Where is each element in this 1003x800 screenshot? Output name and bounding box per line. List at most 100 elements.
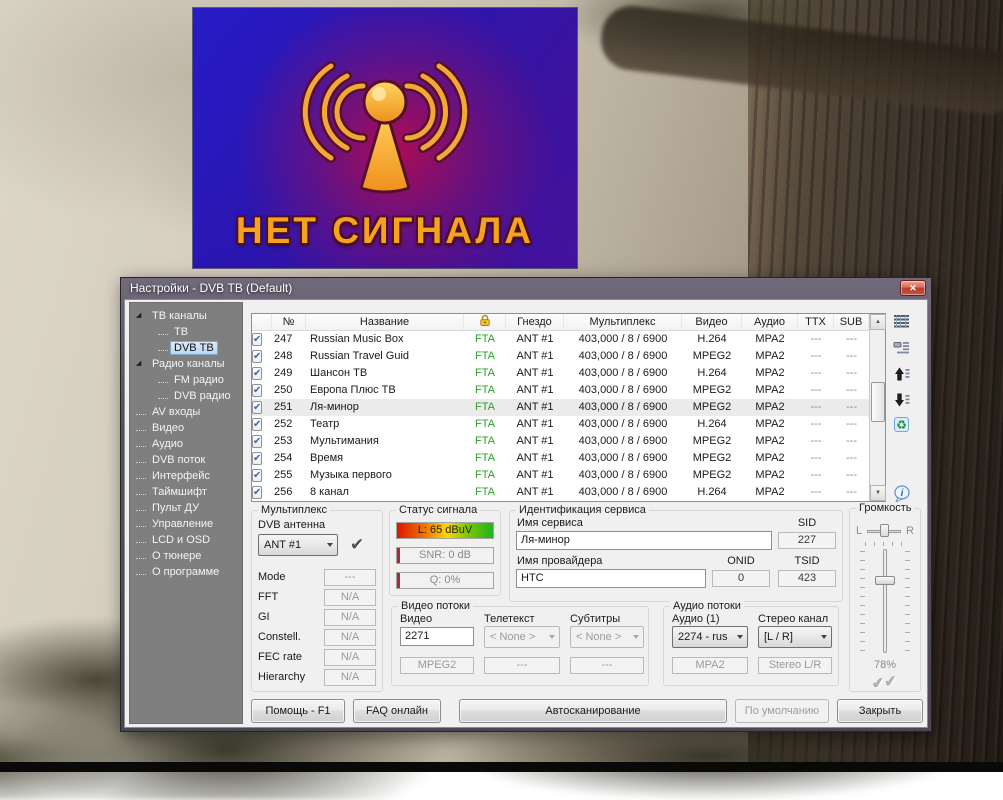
sidebar-item-label: О программе	[148, 565, 223, 579]
ground-shadow	[0, 762, 1003, 772]
tree-connector	[136, 524, 146, 527]
tree-connector	[136, 412, 146, 415]
table-row[interactable]: ✔254ВремяFTAANT #1403,000 / 8 / 6900MPEG…	[252, 450, 869, 467]
video-label: Видео	[400, 613, 432, 626]
sidebar-item-label: Интерфейс	[148, 469, 214, 483]
column-header[interactable]: Аудио	[742, 314, 798, 330]
provider-field[interactable]: НТС	[516, 569, 706, 588]
table-row[interactable]: ✔255Музыка первогоFTAANT #1403,000 / 8 /…	[252, 467, 869, 484]
table-row[interactable]: ✔247Russian Music BoxFTAANT #1403,000 / …	[252, 331, 869, 348]
scroll-up-button[interactable]: ▲	[870, 314, 886, 330]
no-signal-video-window[interactable]: НЕТ СИГНАЛА	[193, 8, 577, 268]
table-row[interactable]: ✔253МультиманияFTAANT #1403,000 / 8 / 69…	[252, 433, 869, 450]
checkbox-checked[interactable]: ✔	[252, 435, 262, 448]
stereo-select[interactable]: [L / R]	[758, 626, 832, 648]
balance-slider-thumb[interactable]	[880, 524, 889, 537]
close-button[interactable]: ✕	[900, 280, 926, 296]
channel-number: 253	[272, 433, 306, 450]
svg-text:♻: ♻	[896, 418, 907, 432]
sidebar-item[interactable]: FM радио	[130, 372, 242, 388]
video-pid-input[interactable]: 2271	[400, 627, 474, 646]
column-header[interactable]: Мультиплекс	[564, 314, 682, 330]
sidebar-item[interactable]: Пульт ДУ	[130, 500, 242, 516]
sidebar-item[interactable]: О программе	[130, 564, 242, 580]
sidebar-item-label: О тюнере	[148, 549, 205, 563]
channel-number: 256	[272, 484, 306, 501]
help-button[interactable]: Помощь - F1	[251, 699, 345, 723]
signal-level-bar: L: 65 dBuV	[396, 522, 494, 539]
volume-ticks-right	[905, 551, 910, 651]
volume-title: Громкость	[856, 502, 914, 515]
audio-codec: MPA2	[742, 467, 798, 484]
sidebar-item[interactable]: Аудио	[130, 436, 242, 452]
sidebar-item[interactable]: DVB радио	[130, 388, 242, 404]
checkbox-checked[interactable]: ✔	[252, 333, 262, 346]
table-row[interactable]: ✔2568 каналFTAANT #1403,000 / 8 / 6900H.…	[252, 484, 869, 501]
scroll-down-button[interactable]: ▼	[870, 485, 886, 501]
checkbox-checked[interactable]: ✔	[252, 418, 262, 431]
sidebar-item[interactable]: Интерфейс	[130, 468, 242, 484]
balance-right-label: R	[906, 525, 914, 538]
checkbox-checked[interactable]: ✔	[252, 469, 262, 482]
sidebar-item[interactable]: ◢ТВ каналы	[130, 308, 242, 324]
checkbox-checked[interactable]: ✔	[252, 452, 262, 465]
sidebar-item[interactable]: Управление	[130, 516, 242, 532]
move-down-icon[interactable]	[893, 392, 911, 410]
tree-connector	[136, 508, 146, 511]
titlebar[interactable]: Настройки - DVB ТВ (Default) ✕	[124, 278, 928, 299]
move-up-icon[interactable]	[893, 366, 911, 384]
antenna-select[interactable]: ANT #1	[258, 534, 338, 556]
checkbox-cell: ✔	[252, 416, 272, 433]
column-header[interactable]	[252, 314, 272, 330]
column-header[interactable]: TTX	[798, 314, 834, 330]
sidebar-item[interactable]: Видео	[130, 420, 242, 436]
sidebar-item[interactable]: LCD и OSD	[130, 532, 242, 548]
volume-slider-track[interactable]	[883, 549, 887, 653]
sidebar-item[interactable]: Таймшифт	[130, 484, 242, 500]
table-row[interactable]: ✔250Европа Плюс ТВFTAANT #1403,000 / 8 /…	[252, 382, 869, 399]
tree-expander-icon[interactable]: ◢	[136, 308, 148, 324]
sidebar-item[interactable]: ◢Радио каналы	[130, 356, 242, 372]
remove-channel-icon[interactable]	[893, 340, 911, 358]
quality-text: Q: 0%	[430, 574, 461, 586]
info-icon[interactable]: i	[893, 485, 911, 503]
recycle-icon[interactable]: ♻	[893, 416, 911, 434]
column-header[interactable]: Видео	[682, 314, 742, 330]
table-row[interactable]: ✔252ТеатрFTAANT #1403,000 / 8 / 6900H.26…	[252, 416, 869, 433]
checkbox-cell: ✔	[252, 450, 272, 467]
column-header[interactable]: №	[272, 314, 306, 330]
checkbox-checked[interactable]: ✔	[252, 350, 262, 363]
channel-list-icon[interactable]	[893, 313, 911, 331]
checkbox-checked[interactable]: ✔	[252, 367, 262, 380]
close-dialog-button[interactable]: Закрыть	[837, 699, 923, 723]
tree-connector	[136, 428, 146, 431]
table-row[interactable]: ✔249Шансон ТВFTAANT #1403,000 / 8 / 6900…	[252, 365, 869, 382]
table-row[interactable]: ✔251Ля-минорFTAANT #1403,000 / 8 / 6900M…	[252, 399, 869, 416]
sidebar-item[interactable]: ТВ	[130, 324, 242, 340]
sidebar-item[interactable]: AV входы	[130, 404, 242, 420]
sidebar-item[interactable]: DVB поток	[130, 452, 242, 468]
param-label: Hierarchy	[258, 671, 305, 684]
table-row[interactable]: ✔248Russian Travel GuidFTAANT #1403,000 …	[252, 348, 869, 365]
audio-select[interactable]: 2274 - rus	[672, 626, 748, 648]
checkbox-checked[interactable]: ✔	[252, 384, 262, 397]
column-header[interactable]: Название	[306, 314, 464, 330]
sidebar-item[interactable]: DVB ТВ	[130, 340, 242, 356]
checkbox-checked[interactable]: ✔	[252, 486, 262, 499]
checkbox-checked[interactable]: ✔	[252, 401, 262, 414]
column-header[interactable]: Гнездо	[506, 314, 564, 330]
column-header[interactable]: SUB	[834, 314, 869, 330]
tree-expander-icon[interactable]: ◢	[136, 356, 148, 372]
vertical-scrollbar[interactable]: ▲ ▼	[869, 314, 885, 501]
scrollbar-thumb[interactable]	[871, 382, 885, 422]
volume-slider-thumb[interactable]	[875, 576, 895, 585]
column-header-lock[interactable]	[464, 314, 506, 330]
fta-badge: FTA	[464, 450, 506, 467]
svg-text:i: i	[901, 488, 904, 499]
service-name-field[interactable]: Ля-минор	[516, 531, 772, 550]
autoscan-button[interactable]: Автосканирование	[459, 699, 727, 723]
sidebar-item[interactable]: О тюнере	[130, 548, 242, 564]
audio-codec: MPA2	[742, 365, 798, 382]
faq-button[interactable]: FAQ онлайн	[353, 699, 441, 723]
channel-table-body: ✔247Russian Music BoxFTAANT #1403,000 / …	[252, 331, 869, 501]
